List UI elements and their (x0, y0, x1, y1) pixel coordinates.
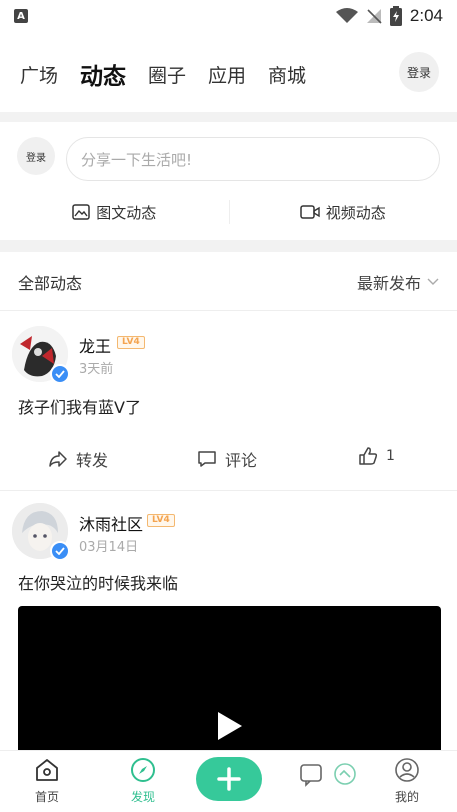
play-icon[interactable] (216, 710, 244, 742)
verified-badge-icon (50, 364, 70, 384)
tab-apps[interactable]: 应用 (208, 61, 246, 88)
sort-dropdown[interactable]: 最新发布 (357, 270, 439, 294)
like-count: 1 (386, 448, 395, 464)
section-divider (0, 112, 457, 122)
feed-header: 全部动态 最新发布 (0, 253, 457, 311)
login-button[interactable]: 登录 (399, 52, 439, 92)
sort-label: 最新发布 (356, 273, 421, 293)
repost-button[interactable]: 转发 (48, 447, 108, 471)
comment-icon (198, 451, 216, 467)
avatar[interactable] (12, 326, 70, 384)
activity-icon[interactable] (332, 761, 358, 787)
nav-discover-label: 发现 (130, 790, 155, 804)
nav-profile[interactable]: 我的 (377, 757, 437, 805)
username[interactable]: 龙王 (79, 333, 111, 357)
image-post-button[interactable]: 图文动态 (0, 190, 229, 234)
compose-divider (229, 200, 230, 224)
nav-discover[interactable]: 发现 (113, 757, 173, 805)
video-player[interactable] (18, 606, 441, 756)
tab-circles[interactable]: 圈子 (148, 61, 186, 88)
notification-icon: A (14, 9, 28, 23)
post-text: 孩子们我有蓝V了 (18, 398, 141, 417)
plus-icon (217, 767, 241, 791)
video-post-label: 视频动态 (325, 203, 386, 222)
compass-icon (131, 758, 155, 782)
status-bar: A 2:04 (0, 0, 457, 32)
post-time: 3天前 (79, 362, 114, 377)
wifi-icon (335, 8, 358, 23)
share-arrow-icon (49, 451, 67, 467)
chevron-down-icon (427, 278, 439, 285)
thumbs-up-icon (359, 447, 378, 465)
tab-feed[interactable]: 动态 (80, 57, 126, 91)
like-button[interactable]: 1 (358, 447, 395, 465)
avatar[interactable] (12, 503, 70, 561)
verified-badge-icon (50, 541, 70, 561)
top-tabs: 广场 动态 圈子 应用 商城 登录 (0, 44, 457, 104)
nav-home[interactable]: 首页 (17, 757, 77, 805)
compose-input[interactable]: 分享一下生活吧! (66, 137, 440, 181)
level-badge: LV4 (147, 514, 175, 527)
level-badge: LV4 (117, 336, 145, 349)
nav-profile-label: 我的 (394, 790, 419, 804)
home-icon (36, 759, 58, 781)
comment-label: 评论 (225, 451, 258, 470)
comment-button[interactable]: 评论 (197, 447, 257, 471)
tab-mall[interactable]: 商城 (268, 61, 306, 88)
post-time: 03月14日 (79, 540, 139, 555)
post-actions: 转发 评论 1 (0, 439, 457, 479)
profile-icon (395, 758, 419, 782)
no-signal-icon (366, 9, 382, 24)
feed-title: 全部动态 (18, 273, 83, 293)
video-camera-icon (299, 205, 320, 219)
image-icon (72, 204, 90, 220)
section-divider (0, 240, 457, 252)
repost-label: 转发 (76, 451, 109, 470)
clock: 2:04 (409, 6, 443, 25)
username[interactable]: 沐雨社区 (79, 511, 143, 535)
post-text: 在你哭泣的时候我来临 (18, 574, 179, 593)
bottom-nav: 首页 发现 我的 (0, 750, 457, 812)
tab-square[interactable]: 广场 (20, 61, 58, 88)
compose-avatar[interactable]: 登录 (17, 137, 55, 175)
battery-icon (389, 6, 402, 26)
message-icon[interactable] (298, 761, 324, 787)
nav-home-label: 首页 (34, 790, 59, 804)
image-post-label: 图文动态 (96, 203, 157, 222)
create-post-button[interactable] (196, 757, 262, 801)
video-post-button[interactable]: 视频动态 (229, 190, 457, 234)
post-card[interactable]: 龙王 LV4 3天前 孩子们我有蓝V了 转发 评论 1 (0, 312, 457, 490)
